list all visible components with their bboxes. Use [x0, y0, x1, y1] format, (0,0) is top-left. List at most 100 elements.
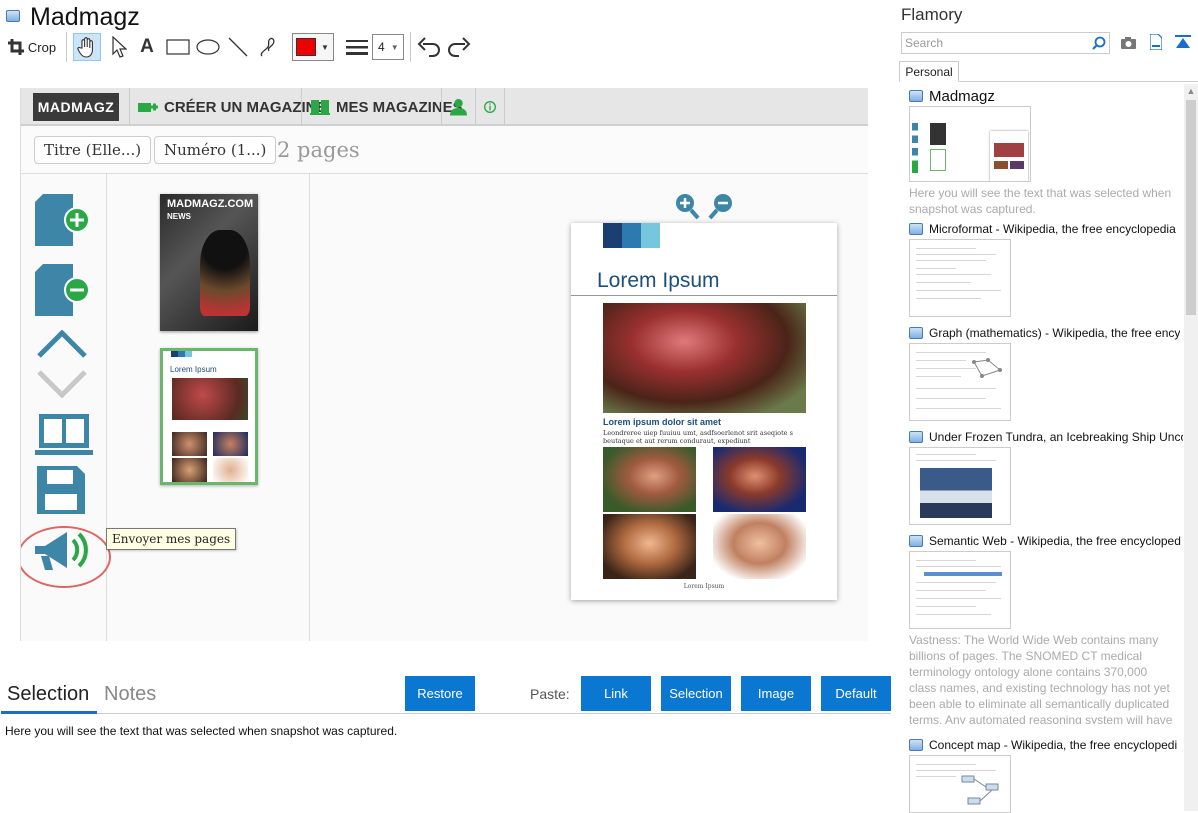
- magazines-icon: [310, 100, 330, 115]
- thumb-title: Lorem Ipsum: [170, 365, 217, 374]
- pointer-tool-button[interactable]: [106, 33, 132, 61]
- ellipse-tool-button[interactable]: [194, 33, 222, 61]
- color-swatch: [296, 38, 316, 56]
- remove-page-icon[interactable]: [35, 264, 91, 316]
- preview-divider: [571, 295, 837, 296]
- ellipse-icon: [196, 39, 220, 55]
- page-icon: [909, 739, 923, 751]
- snapshot-thumbnail: [909, 106, 1031, 182]
- number-filter[interactable]: Numéro (1...): [154, 136, 277, 164]
- highlight-ellipse: [21, 526, 111, 588]
- redo-button[interactable]: [446, 33, 472, 61]
- madmagz-nav: MADMAGZ CRÉER UN MAGAZINE MES MAGAZINES: [21, 88, 868, 126]
- selection-text: Here you will see the text that was sele…: [5, 724, 398, 738]
- snapshot-title: Madmagz: [929, 88, 995, 104]
- scroll-up-icon[interactable]: ▲: [1184, 84, 1198, 98]
- camera-icon[interactable]: [1121, 36, 1136, 49]
- tab-selection[interactable]: Selection: [7, 683, 89, 706]
- chevron-down-icon: ▼: [390, 42, 399, 52]
- freehand-icon: [260, 37, 275, 57]
- snapshot-title: Under Frozen Tundra, an Icebreaking Ship…: [929, 430, 1183, 444]
- color-block: [622, 223, 641, 248]
- zoom-out-icon[interactable]: [707, 192, 737, 220]
- rectangle-tool-button[interactable]: [164, 33, 192, 61]
- page-icon: [909, 431, 923, 443]
- preview-title: Lorem Ipsum: [597, 269, 720, 292]
- cover-brand: MADMAGZ.COM: [167, 198, 254, 210]
- hand-tool-button[interactable]: [73, 33, 101, 61]
- search-icon[interactable]: [1092, 36, 1106, 50]
- snapshot-title: Semantic Web - Wikipedia, the free encyc…: [929, 534, 1181, 548]
- crop-label: Crop: [27, 39, 57, 55]
- active-tab-indicator: [1, 711, 97, 714]
- text-icon: A: [140, 36, 154, 57]
- paste-selection-button[interactable]: Selection: [661, 676, 731, 711]
- preview-footer: Lorem Ipsum: [683, 583, 725, 590]
- line-width-button[interactable]: [344, 33, 370, 61]
- search-input[interactable]: Search: [901, 32, 1110, 54]
- info-icon: [484, 101, 496, 113]
- page-icon: [909, 535, 923, 547]
- rectangle-icon: [166, 39, 190, 55]
- crop-button[interactable]: Crop: [6, 33, 58, 61]
- app-title: Madmagz: [30, 3, 140, 31]
- tab-notes[interactable]: Notes: [104, 683, 156, 706]
- snapshot-description: Vastness: The World Wide Web contains ma…: [909, 633, 1173, 724]
- paste-default-button[interactable]: Default: [821, 676, 891, 711]
- page-icon: [909, 223, 923, 235]
- restore-button[interactable]: Restore: [405, 676, 475, 711]
- save-icon[interactable]: [37, 466, 85, 514]
- zoom-in-icon[interactable]: [671, 192, 701, 220]
- cover-thumbnail[interactable]: MADMAGZ.COM NEWS: [160, 194, 258, 331]
- portrait-photo: [713, 514, 806, 579]
- paste-link-button[interactable]: Link: [581, 676, 651, 711]
- snapshot-item[interactable]: Concept map - Wikipedia, the free encycl…: [909, 737, 1183, 813]
- user-icon: [450, 98, 467, 116]
- magazine-add-icon: [138, 103, 158, 112]
- color-block: [603, 223, 622, 248]
- snapshot-item[interactable]: Under Frozen Tundra, an Icebreaking Ship…: [909, 429, 1183, 525]
- snapshot-item[interactable]: Madmagz Here you will see the text that …: [909, 88, 1183, 217]
- freehand-tool-button[interactable]: [254, 33, 282, 61]
- title-filter[interactable]: Titre (Elle...): [34, 136, 152, 164]
- account-button[interactable]: [441, 88, 475, 126]
- snapshot-item[interactable]: Semantic Web - Wikipedia, the free encyc…: [909, 533, 1183, 724]
- preview-spread-icon[interactable]: [35, 414, 93, 456]
- move-down-icon[interactable]: [37, 370, 87, 398]
- page-count: 2 pages: [277, 138, 360, 162]
- snapshot-item[interactable]: Microformat - Wikipedia, the free encycl…: [909, 221, 1183, 317]
- snapshot-item[interactable]: Graph (mathematics) - Wikipedia, the fre…: [909, 325, 1183, 421]
- scrollbar-thumb[interactable]: [1186, 100, 1196, 315]
- page-icon: [909, 327, 923, 339]
- info-button[interactable]: [475, 88, 505, 126]
- cover-section: NEWS: [167, 212, 191, 221]
- madmagz-logo[interactable]: MADMAGZ: [33, 93, 119, 121]
- undo-button[interactable]: [416, 33, 442, 61]
- collapse-icon[interactable]: [1175, 35, 1191, 49]
- snapshot-thumbnail: [909, 239, 1011, 317]
- page-thumbnail[interactable]: Lorem Ipsum: [160, 348, 258, 485]
- pen-size-select[interactable]: 4 ▼: [372, 34, 404, 60]
- tab-personal[interactable]: Personal: [899, 61, 959, 82]
- page-thumbnails: MADMAGZ.COM NEWS Lorem Ipsum: [108, 174, 310, 641]
- paste-image-button[interactable]: Image: [741, 676, 811, 711]
- tab-divider: [1, 713, 891, 714]
- color-picker[interactable]: ▼: [292, 33, 334, 61]
- redo-icon: [448, 37, 471, 57]
- snapshot-description: Here you will see the text that was sele…: [909, 186, 1172, 216]
- snapshot-thumbnail: [909, 551, 1011, 629]
- snapshot-thumbnail: [909, 447, 1011, 525]
- preview-body: Leondreree uiep fuuiuu umt, asdfsoerleno…: [603, 429, 793, 445]
- page-icon: [909, 90, 923, 102]
- portrait-photo: [713, 447, 806, 512]
- pointer-icon: [112, 36, 127, 58]
- move-up-icon[interactable]: [37, 330, 87, 358]
- line-tool-button[interactable]: [224, 33, 252, 61]
- cover-photo: [200, 230, 250, 316]
- paste-label: Paste:: [530, 686, 570, 702]
- hand-icon: [77, 37, 93, 58]
- document-icon[interactable]: [1150, 34, 1162, 50]
- page-preview[interactable]: Lorem Ipsum Lorem ipsum dolor sit amet L…: [571, 223, 837, 600]
- text-tool-button[interactable]: A: [135, 33, 159, 61]
- add-page-icon[interactable]: [35, 194, 91, 246]
